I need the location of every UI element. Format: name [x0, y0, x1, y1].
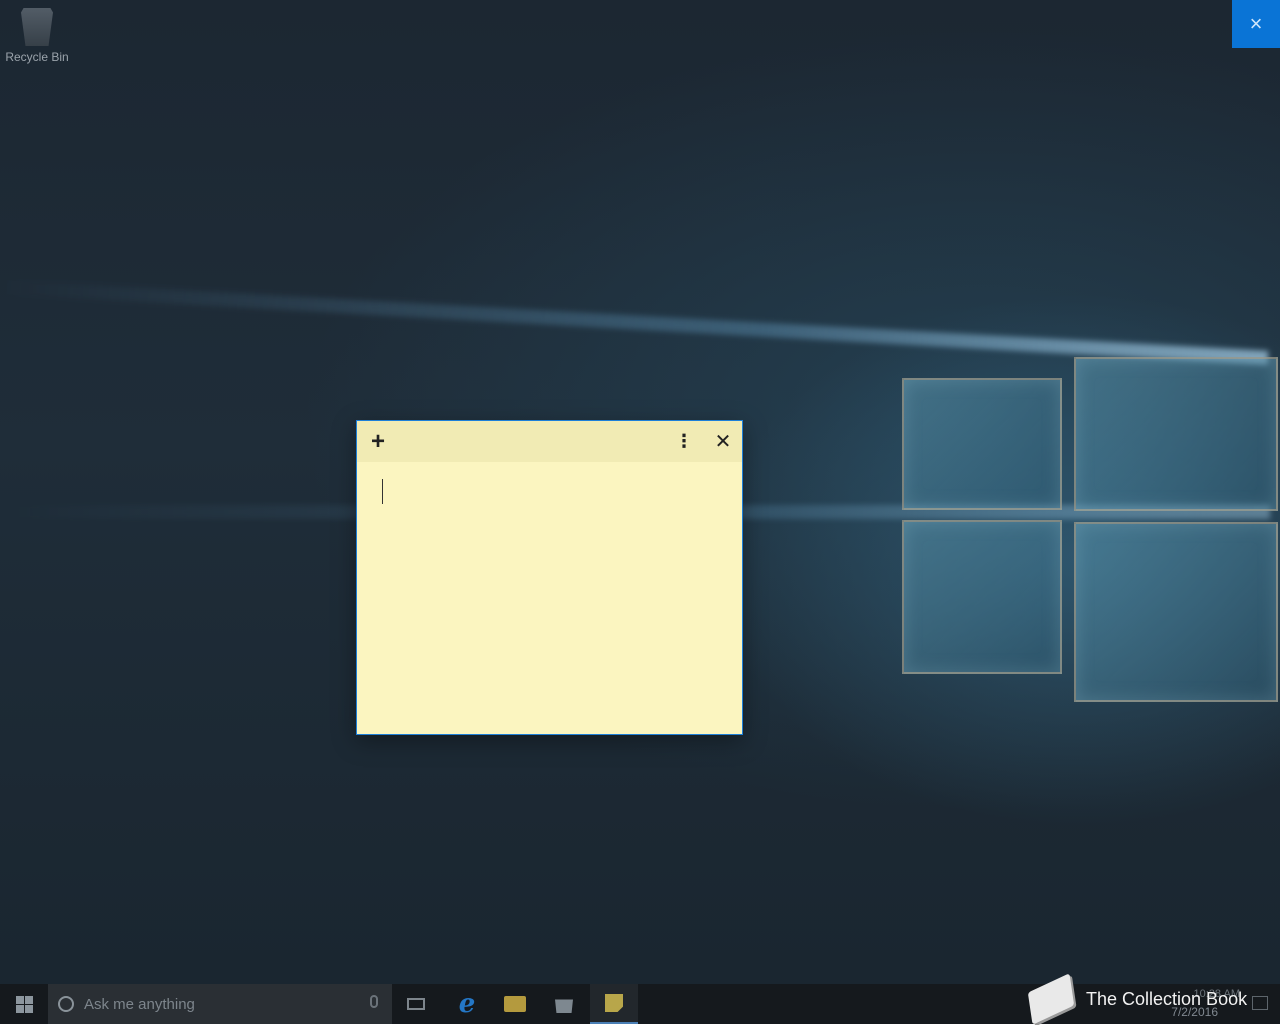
close-icon: ✕: [714, 431, 732, 453]
task-view-icon: [407, 998, 425, 1010]
new-note-button[interactable]: +: [360, 421, 396, 462]
sticky-note-window: + ⋮ ✕: [356, 420, 743, 735]
sticky-notes-icon: [605, 994, 623, 1012]
close-button[interactable]: ×: [1232, 0, 1280, 48]
store-icon: [555, 999, 573, 1013]
plus-icon: +: [370, 427, 385, 455]
close-icon: ×: [1249, 11, 1263, 36]
windows-start-icon: [15, 995, 33, 1013]
light-beam: [0, 280, 1269, 365]
window-pane-graphic: [902, 378, 1062, 510]
sticky-notes-taskbar-button[interactable]: [590, 984, 638, 1024]
start-button[interactable]: [0, 984, 48, 1024]
watermark: The Collection Book: [1027, 973, 1280, 1025]
note-menu-button[interactable]: ⋮: [666, 421, 702, 462]
window-pane-graphic: [1074, 357, 1278, 511]
store-button[interactable]: [540, 984, 588, 1024]
file-explorer-icon: [504, 996, 526, 1012]
recycle-bin-label: Recycle Bin: [5, 50, 69, 64]
desktop-background: Recycle Bin × + ⋮ ✕: [0, 0, 1280, 984]
search-input[interactable]: Ask me anything: [48, 984, 392, 1024]
watermark-text: The Collection Book: [1086, 988, 1248, 1009]
more-options-icon: ⋮: [675, 431, 693, 451]
recycle-bin-shortcut[interactable]: Recycle Bin: [4, 6, 70, 76]
edge-button[interactable]: e: [443, 984, 491, 1024]
search-placeholder: Ask me anything: [84, 995, 195, 1013]
cortana-icon: [58, 996, 74, 1012]
window-pane-graphic: [1074, 522, 1278, 702]
microphone-icon[interactable]: [370, 995, 378, 1008]
book-icon: [1027, 973, 1075, 1025]
sticky-note-header[interactable]: + ⋮ ✕: [357, 421, 742, 462]
delete-note-button[interactable]: ✕: [705, 421, 741, 462]
window-pane-graphic: [902, 520, 1062, 674]
recycle-bin-icon: [21, 8, 53, 46]
task-view-button[interactable]: [392, 984, 440, 1024]
edge-icon: e: [458, 989, 476, 1019]
file-explorer-button[interactable]: [491, 984, 539, 1024]
note-text-area[interactable]: [357, 462, 742, 734]
text-caret: [382, 479, 383, 504]
